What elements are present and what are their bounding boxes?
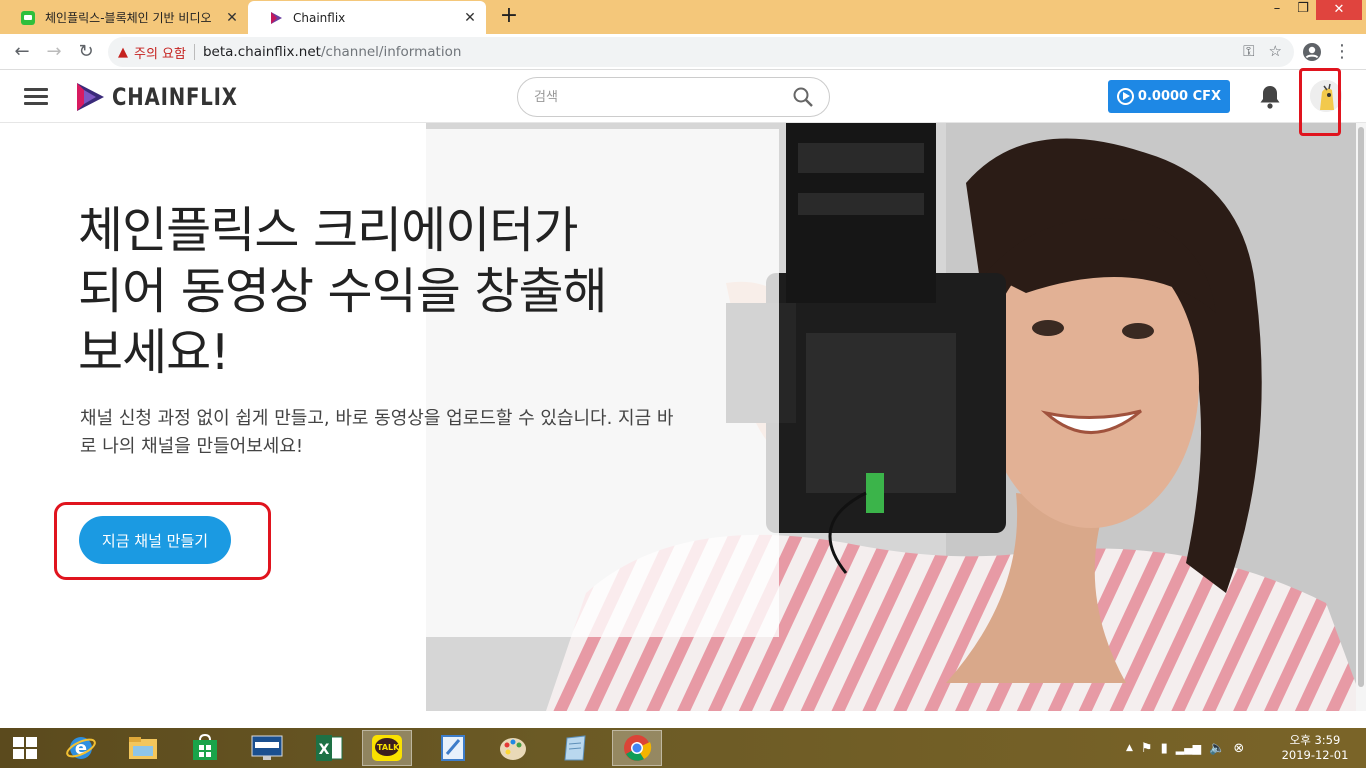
reload-icon[interactable]: ↻ [74,40,98,64]
address-bar[interactable]: ▲ 주의 요함 beta.chainflix.net /channel/info… [108,37,1294,67]
site-header: CHAINFLIX 0.0000 CFX [0,71,1366,123]
folder-icon [129,737,157,759]
start-button[interactable] [0,730,50,766]
taskbar-file-explorer[interactable] [118,730,168,766]
taskbar-paint[interactable] [488,730,538,766]
search-box[interactable] [517,77,830,117]
tab-title: 체인플릭스-블록체인 기반 비디오 [45,11,212,25]
back-icon[interactable]: ← [10,40,34,64]
hero-title-line: 되어 동영상 수익을 창출해 [78,263,608,320]
taskbar-chrome[interactable] [612,730,662,766]
close-window-button[interactable]: ✕ [1316,0,1362,20]
browser-toolbar: ← → ↻ ▲ 주의 요함 beta.chainflix.net /channe… [0,34,1366,70]
hamburger-menu-icon[interactable] [24,88,48,106]
taskbar-clock[interactable]: 오후 3:59 2019-12-01 [1272,733,1358,763]
cta-highlight-annotation [54,502,271,580]
url-path: /channel/information [320,44,462,60]
hero-title-line: 보세요! [78,324,230,381]
show-hidden-icons-icon[interactable]: ▲ [1126,743,1133,753]
taskbar-kakaotalk[interactable]: TALK [362,730,412,766]
page-scrollbar[interactable] [1356,123,1366,711]
chrome-menu-icon[interactable]: ⋮ [1332,40,1352,64]
hangul-word-icon [441,735,465,761]
taskbar-store[interactable] [180,730,230,766]
close-tab-icon[interactable]: ✕ [462,10,478,26]
url-host: beta.chainflix.net [202,44,321,60]
chrome-icon [624,735,652,761]
logo-text: CHAINFLIX [112,83,238,111]
clock-time: 오후 3:59 [1289,733,1341,747]
avatar-highlight-annotation [1299,68,1341,136]
tab-chainflix[interactable]: Chainflix ✕ [248,1,486,34]
ime-icon[interactable]: ⊗ [1233,741,1244,756]
close-tab-icon[interactable]: ✕ [224,10,240,26]
search-icon[interactable] [792,86,814,108]
internet-explorer-icon: e [66,737,96,759]
line-favicon-icon [21,10,35,25]
hero-title-line: 체인플릭스 크리에이터가 [78,202,578,259]
bookmark-star-icon[interactable]: ☆ [1269,42,1282,60]
key-icon[interactable]: ⚿ [1243,42,1254,60]
scrollbar-thumb[interactable] [1358,127,1364,687]
chainflix-favicon-icon [271,11,282,24]
security-warning[interactable]: 주의 요함 [134,43,186,62]
svg-text:X: X [319,742,330,758]
windows-taskbar: e X TALK ▲ ⚑ ▮ ▂▄▆ 🔈 ⊗ 오후 3:59 2019-12-0… [0,728,1366,768]
taskbar-hangul[interactable] [428,730,478,766]
chainflix-logo[interactable]: CHAINFLIX [74,81,265,113]
forward-icon[interactable]: → [42,40,66,64]
notification-bell-icon[interactable] [1258,84,1282,110]
hero-description: 채널 신청 과정 없이 쉽게 만들고, 바로 동영상을 업로드할 수 있습니다.… [80,408,674,457]
battery-icon[interactable]: ▮ [1161,741,1168,756]
search-input[interactable] [534,87,784,107]
action-center-flag-icon[interactable]: ⚑ [1141,741,1153,756]
network-signal-icon[interactable]: ▂▄▆ [1176,742,1201,755]
new-tab-button[interactable]: + [498,5,520,28]
warning-icon[interactable]: ▲ [118,45,128,60]
cfx-balance: 0.0000 CFX [1137,89,1222,104]
taskbar-internet-explorer[interactable]: e [56,730,106,766]
excel-icon: X [316,735,343,761]
notes-icon [564,735,586,761]
restore-button[interactable]: ❐ [1288,0,1318,20]
omnibox-divider [193,44,195,60]
cfx-balance-button[interactable]: 0.0000 CFX [1108,80,1230,113]
taskbar-lenovo[interactable] [242,730,292,766]
play-circle-icon [1116,88,1134,105]
tab-title: Chainflix [293,10,346,25]
taskbar-excel[interactable]: X [304,730,354,766]
profile-icon[interactable] [1300,40,1324,64]
clock-date: 2019-12-01 [1281,748,1349,762]
hero-title: 체인플릭스 크리에이터가 되어 동영상 수익을 창출해 보세요! [78,200,698,383]
volume-icon[interactable]: 🔈 [1209,741,1225,756]
tab-chainflix-kr[interactable]: 체인플릭스-블록체인 기반 비디오 ✕ [0,1,248,34]
system-tray: ▲ ⚑ ▮ ▂▄▆ 🔈 ⊗ [1126,728,1244,768]
kakaotalk-label: TALK [377,743,400,752]
taskbar-notes[interactable] [550,730,600,766]
paint-palette-icon [500,738,526,760]
lenovo-monitor-icon [251,735,283,760]
chainflix-logo-icon [77,83,104,111]
browser-tab-strip: 체인플릭스-블록체인 기반 비디오 ✕ Chainflix ✕ + – ❐ ✕ [0,0,1366,34]
store-icon [193,734,217,760]
windows-logo-icon [13,737,37,759]
